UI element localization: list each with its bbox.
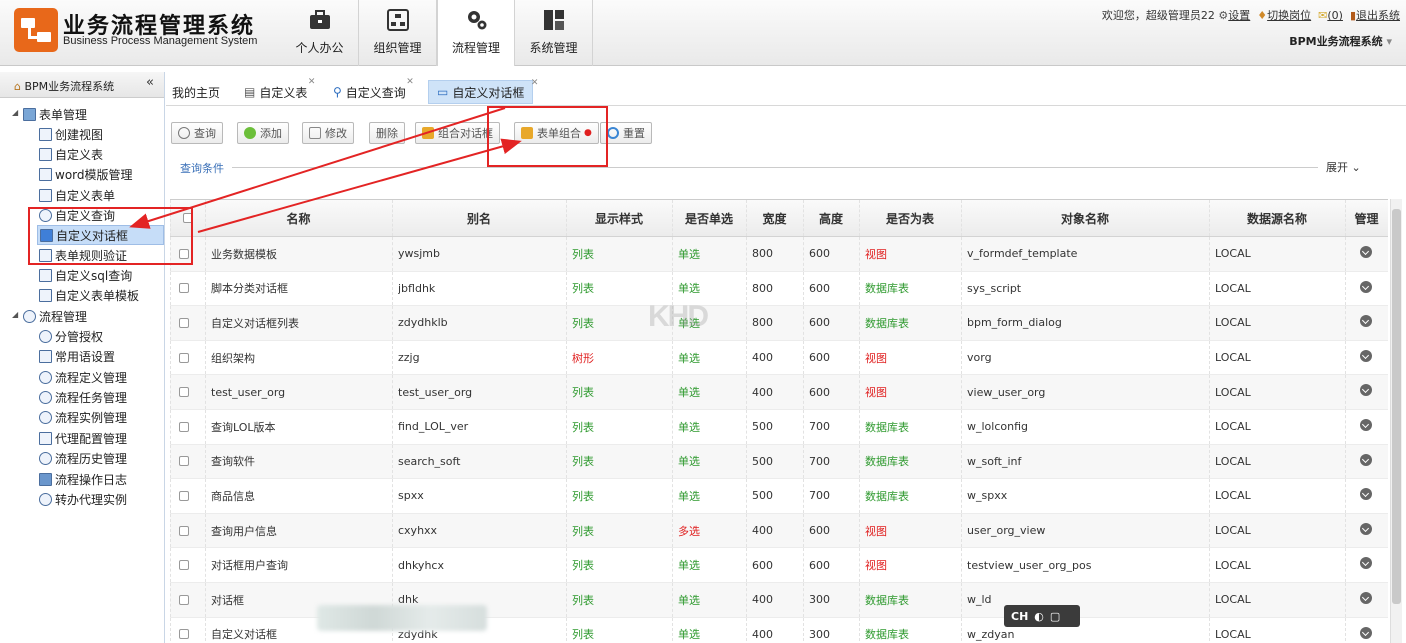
annotation-arrow <box>129 107 506 229</box>
moon-icon: ◐ <box>1034 609 1044 623</box>
ime-indicator[interactable]: CH ◐ ▢ <box>1004 605 1080 627</box>
blurred-region <box>317 605 487 631</box>
chat-icon: ▢ <box>1049 609 1061 623</box>
ime-label: CH <box>1011 609 1029 623</box>
watermark: KHD <box>648 300 709 333</box>
